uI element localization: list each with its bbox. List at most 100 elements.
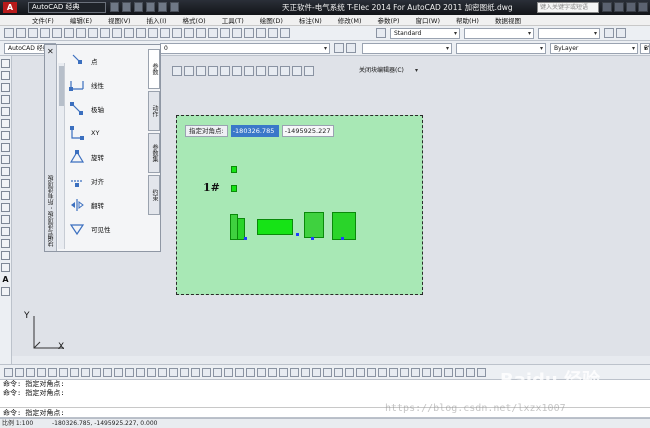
construction-line-icon[interactable] [1, 71, 10, 80]
text-style-icon[interactable] [376, 28, 386, 38]
communication-center-icon[interactable] [614, 2, 624, 12]
copy-icon[interactable] [88, 28, 98, 38]
tool-icon[interactable] [136, 368, 145, 377]
gradient-icon[interactable] [1, 239, 10, 248]
dynamic-input-y[interactable]: -1495925.227 [281, 125, 334, 137]
close-icon[interactable]: ✕ [47, 47, 54, 56]
tool-icon[interactable] [455, 368, 464, 377]
selection-window[interactable] [176, 115, 423, 295]
help-search-input[interactable]: 键入关键字或短语 [537, 2, 599, 13]
point-icon[interactable] [1, 215, 10, 224]
workspace-select[interactable]: AutoCAD 经典 [28, 2, 106, 13]
redo-icon[interactable] [158, 2, 167, 12]
tool-icon[interactable] [114, 368, 123, 377]
paste-icon[interactable] [100, 28, 110, 38]
tool-icon[interactable] [356, 368, 365, 377]
linetype-combo[interactable] [456, 43, 546, 54]
tool-icon[interactable] [367, 368, 376, 377]
design-center-icon[interactable] [220, 28, 230, 38]
tool-icon[interactable] [147, 368, 156, 377]
tool-icon[interactable] [433, 368, 442, 377]
tool-icon[interactable] [59, 368, 68, 377]
match-properties-icon[interactable] [112, 28, 122, 38]
tool-icon[interactable] [290, 368, 299, 377]
tab-parameter-sets[interactable]: 参数集 [148, 133, 160, 173]
tool-icon[interactable] [257, 368, 266, 377]
table-icon[interactable] [1, 263, 10, 272]
menu-help[interactable]: 帮助(H) [456, 15, 479, 25]
tool-icon[interactable] [477, 368, 486, 377]
tool-icon[interactable] [235, 368, 244, 377]
zoom-window-icon[interactable] [184, 28, 194, 38]
plotstyle-combo[interactable]: BYC [640, 43, 650, 54]
layer-previous-icon[interactable] [346, 43, 356, 53]
tool-icon[interactable] [213, 368, 222, 377]
save-icon[interactable] [28, 28, 38, 38]
spline-icon[interactable] [1, 155, 10, 164]
new-icon[interactable] [110, 2, 119, 12]
tool-icon[interactable] [301, 368, 310, 377]
markup-icon[interactable] [256, 28, 266, 38]
arc-icon[interactable] [1, 119, 10, 128]
menu-tools[interactable]: 工具(T) [222, 15, 244, 25]
tool-icon[interactable] [323, 368, 332, 377]
tool-icon[interactable] [125, 368, 134, 377]
tool-icon[interactable] [4, 368, 13, 377]
grip-point[interactable] [341, 237, 344, 240]
palette-item-visibility[interactable]: 可见性 [67, 217, 147, 241]
grip-point[interactable] [296, 233, 299, 236]
text-style-combo[interactable]: Standard [390, 28, 460, 39]
undo-icon[interactable] [146, 2, 155, 12]
block-editor-icon[interactable] [124, 28, 134, 38]
open-icon[interactable] [16, 28, 26, 38]
make-block-icon[interactable] [1, 203, 10, 212]
menu-view[interactable]: 视图(V) [108, 15, 131, 25]
tool-icon[interactable] [422, 368, 431, 377]
tool-icon[interactable] [92, 368, 101, 377]
polygon-icon[interactable] [1, 95, 10, 104]
polyline-icon[interactable] [1, 83, 10, 92]
tool-icon[interactable] [70, 368, 79, 377]
visibility-states-icon[interactable] [268, 66, 278, 76]
block-table-icon[interactable] [304, 66, 314, 76]
tab-actions[interactable]: 动作 [148, 91, 160, 131]
qnew-icon[interactable] [4, 28, 14, 38]
tool-palettes-icon[interactable] [232, 28, 242, 38]
tool-icon[interactable] [37, 368, 46, 377]
circle-icon[interactable] [1, 131, 10, 140]
menu-insert[interactable]: 插入(I) [147, 15, 167, 25]
tool-icon[interactable] [411, 368, 420, 377]
multiline-text-icon[interactable]: A [1, 275, 10, 284]
save-block-as-icon[interactable] [196, 66, 206, 76]
tool-icon[interactable] [81, 368, 90, 377]
properties-icon[interactable] [208, 28, 218, 38]
edit-block-icon[interactable] [172, 66, 182, 76]
plot-icon[interactable] [40, 28, 50, 38]
menu-parametric[interactable]: 参数(P) [377, 15, 399, 25]
multileader-style-icon[interactable] [604, 28, 614, 38]
line-icon[interactable] [1, 59, 10, 68]
parameter-icon[interactable] [232, 66, 242, 76]
geometric-constraint-icon[interactable] [280, 66, 290, 76]
quickcalc-icon[interactable] [268, 28, 278, 38]
tool-icon[interactable] [268, 368, 277, 377]
print-icon[interactable] [170, 2, 179, 12]
palette-item-point[interactable]: 点 [67, 49, 147, 73]
make-current-layer-icon[interactable] [334, 43, 344, 53]
tool-icon[interactable] [202, 368, 211, 377]
grip-point[interactable] [244, 237, 247, 240]
revision-cloud-icon[interactable] [1, 143, 10, 152]
tab-constraints[interactable]: 约束 [148, 175, 160, 215]
layer-combo[interactable]: 0 [160, 43, 330, 54]
tool-icon[interactable] [169, 368, 178, 377]
tool-icon[interactable] [180, 368, 189, 377]
tool-icon[interactable] [158, 368, 167, 377]
define-attribute-icon[interactable] [256, 66, 266, 76]
tool-icon[interactable] [466, 368, 475, 377]
tool-icon[interactable] [400, 368, 409, 377]
region-icon[interactable] [1, 251, 10, 260]
ellipse-arc-icon[interactable] [1, 179, 10, 188]
tool-icon[interactable] [312, 368, 321, 377]
ellipse-icon[interactable] [1, 167, 10, 176]
menu-dimension[interactable]: 标注(N) [299, 15, 322, 25]
